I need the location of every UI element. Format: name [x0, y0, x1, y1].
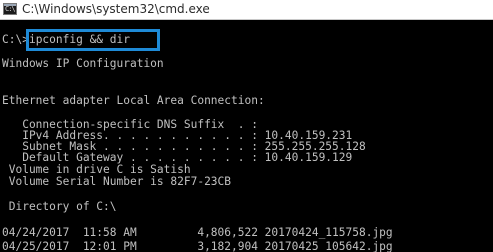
cmd-icon: C:\: [3, 3, 17, 15]
output-line: Windows IP Configuration: [2, 57, 164, 70]
output-line: 04/24/2017 11:58 AM 4,806,522 20170424_1…: [2, 226, 393, 239]
output-line: Ethernet adapter Local Area Connection:: [2, 94, 265, 107]
command-line: C:\>ipconfig && dir: [2, 33, 130, 47]
console-output[interactable]: C:\>ipconfig && dir Windows IP Configura…: [2, 21, 493, 252]
output-line: Volume Serial Number is 82F7-23CB: [2, 175, 232, 188]
cmd-icon-glyph: C:\: [5, 5, 16, 13]
prompt: C:\>: [2, 33, 29, 46]
output-line: 04/25/2017 12:01 PM 3,182,904 20170425_1…: [2, 240, 393, 252]
window-title: C:\Windows\system32\cmd.exe: [22, 2, 210, 16]
output-line: Directory of C:\: [2, 200, 117, 213]
command-text: ipconfig && dir: [28, 33, 130, 46]
cmd-window: C:\ C:\Windows\system32\cmd.exe C:\>ipco…: [0, 0, 493, 252]
title-bar[interactable]: C:\ C:\Windows\system32\cmd.exe: [0, 0, 493, 20]
